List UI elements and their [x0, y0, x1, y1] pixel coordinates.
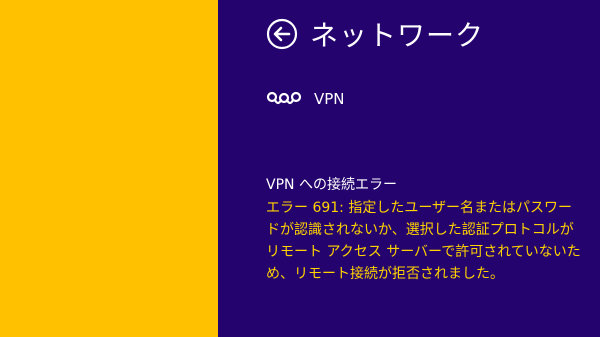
desktop-background[interactable] [0, 0, 218, 337]
network-settings-pane: ネットワーク VPN VPN への接続エラー エラー 691: 指定したユーザー… [218, 0, 600, 337]
error-title: VPN への接続エラー [266, 177, 397, 193]
error-message: エラー 691: 指定したユーザー名またはパスワードが認識されないか、選択した認… [266, 200, 581, 282]
vpn-connection-item[interactable]: VPN [266, 84, 345, 114]
connection-error: VPN への接続エラー エラー 691: 指定したユーザー名またはパスワードが認… [266, 174, 586, 285]
pane-header: ネットワーク [266, 12, 484, 56]
vpn-link-icon [266, 91, 302, 105]
vpn-connection-label: VPN [314, 90, 345, 108]
screen: ネットワーク VPN VPN への接続エラー エラー 691: 指定したユーザー… [0, 0, 600, 337]
page-title: ネットワーク [310, 19, 485, 52]
back-arrow-icon[interactable] [266, 18, 298, 50]
